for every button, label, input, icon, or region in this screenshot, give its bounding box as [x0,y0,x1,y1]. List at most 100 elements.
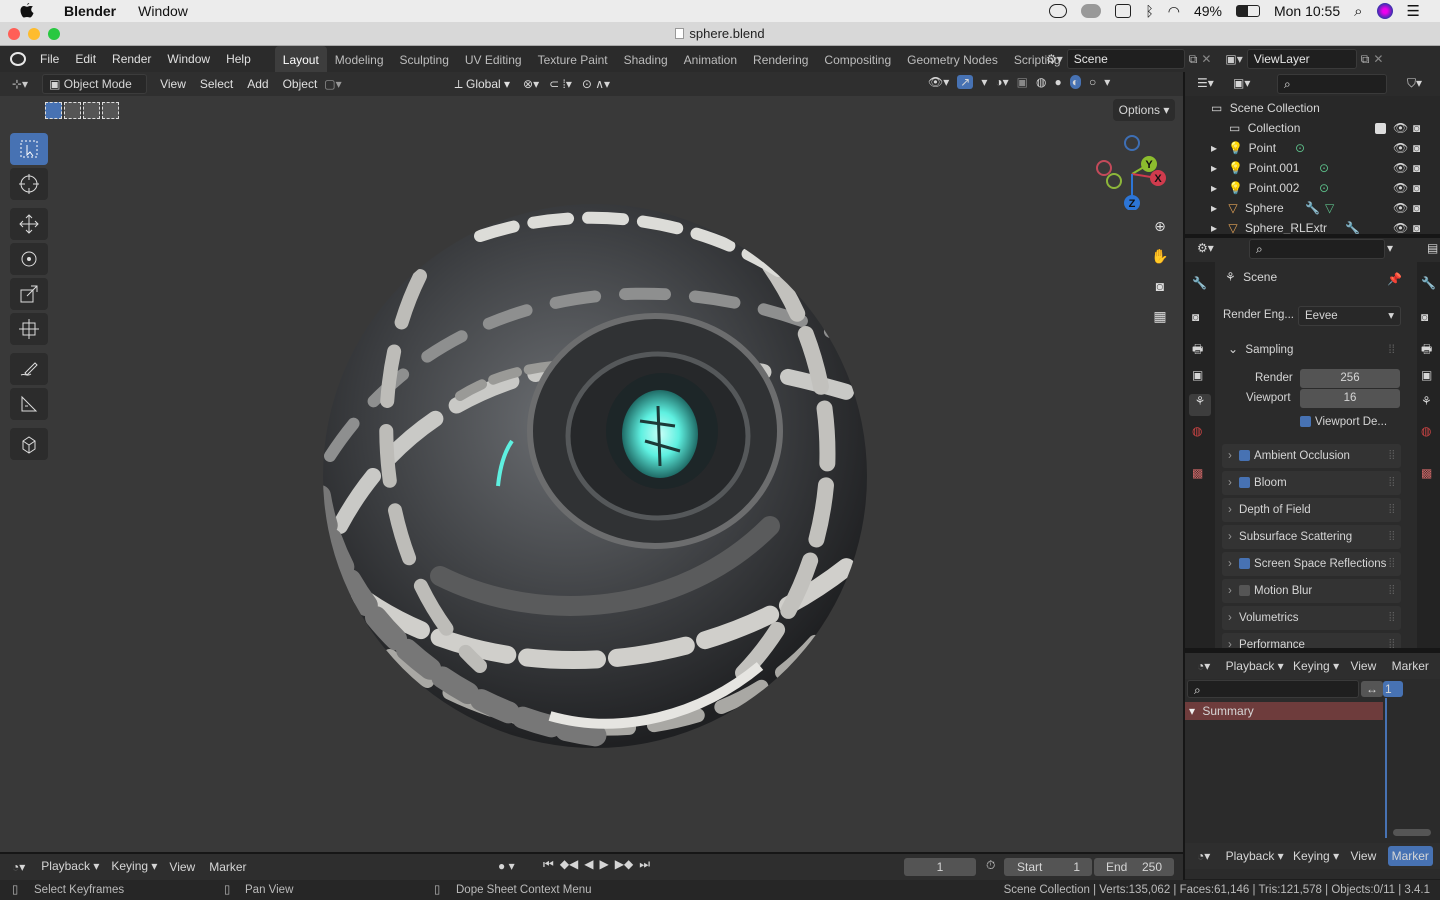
visibility-eye-icon[interactable]: 👁 [1393,198,1408,218]
proportional-edit-icon[interactable]: ⊙ ∧▾ [582,77,610,91]
panel-volumetrics[interactable]: › Volumetrics ⁞⁞ [1222,606,1401,630]
timeline-menu-playback[interactable]: Playback ▾ [35,857,105,877]
frame-end-field[interactable]: End 250 [1094,858,1174,876]
frame-start-field[interactable]: Start 1 [1004,858,1092,876]
dopesheet2-menu-view[interactable]: View [1350,849,1376,863]
sampling-panel-header[interactable]: ⌄ Sampling ⁞⁞ [1222,336,1401,362]
cursor-tool[interactable] [10,168,48,200]
control-center-icon[interactable]: ☰ [1407,2,1420,20]
dopesheet2-editor-type-icon[interactable]: ◔▾ [1197,849,1210,863]
viewport-menu-object[interactable]: Object [276,77,325,91]
menu-render[interactable]: Render [104,52,159,66]
viewport-samples-field[interactable]: 16 [1300,389,1400,408]
output-tab-icon[interactable]: 🖶 [1421,340,1432,361]
panel-subsurface-scattering[interactable]: › Subsurface Scattering ⁞⁞ [1222,525,1401,549]
outliner-search-input[interactable]: ⌕ [1277,74,1387,94]
render-tab-icon[interactable]: ◙ [1421,310,1428,324]
properties-search-input[interactable]: ⌕ [1249,239,1385,259]
render-camera-icon[interactable]: ◙ [1413,218,1420,234]
outliner-row-point-001[interactable]: ▸ 💡 Point.001 ⊙ 👁 ◙ [1185,158,1440,178]
scene-name-field[interactable]: Scene [1066,49,1185,69]
dopesheet-menu-view[interactable]: View [1350,659,1376,673]
dopesheet-search-input[interactable]: ⌕ [1187,680,1359,698]
camera-icon[interactable]: ◙ [1149,278,1171,300]
annotate-tool[interactable] [10,353,48,385]
panel-bloom[interactable]: › Bloom ⁞⁞ [1222,471,1401,495]
clock[interactable]: Mon 10:55 [1274,3,1340,19]
viewport-menu-select[interactable]: Select [193,77,240,91]
world-tab-icon[interactable]: ◍ [1421,424,1431,438]
timeline-menu-keying[interactable]: Keying ▾ [105,857,163,877]
editor-type-icon[interactable]: ⊹▾ [12,77,28,91]
airplay-icon[interactable] [1115,4,1132,18]
rotate-tool[interactable] [10,243,48,275]
dopesheet-menu-playback[interactable]: Playback [1226,659,1275,673]
expand-arrow-icon[interactable]: ▸ [1211,161,1217,175]
render-camera-icon[interactable]: ◙ [1413,138,1420,158]
viewlayer-name-field[interactable]: ViewLayer [1246,49,1357,69]
viewport-options-button[interactable]: Options ▾ [1113,99,1175,121]
scale-tool[interactable] [10,278,48,310]
outliner-editor-type-icon[interactable]: ☰▾ [1197,76,1214,90]
world-tab-icon[interactable]: ◍ [1192,424,1202,438]
material-shading-icon[interactable]: ◐ [1069,75,1081,89]
outliner-row-point[interactable]: ▸ 💡 Point ⊙ 👁 ◙ [1185,138,1440,158]
timeline-menu-marker[interactable]: Marker [209,860,246,874]
new-viewlayer-icon[interactable]: ⧉ [1361,52,1370,67]
expand-arrow-icon[interactable]: ▸ [1211,221,1217,234]
add-cube-tool[interactable] [10,428,48,460]
tab-compositing[interactable]: Compositing [816,46,899,72]
mode-dropdown[interactable]: ▣ Object Mode ▾ [42,74,148,109]
ambient-occlusion-checkbox[interactable] [1239,450,1251,461]
texture-tab-icon[interactable]: ▩ [1421,466,1432,480]
dopesheet-menu-keying[interactable]: Keying [1293,659,1330,673]
siri-icon[interactable] [1376,3,1393,19]
scene-tab-icon[interactable]: ⚘ [1421,394,1432,408]
drag-handle-icon[interactable]: ⁞⁞ [1389,498,1395,522]
measure-tool[interactable] [10,388,48,420]
prev-keyframe-icon[interactable]: ◆◀ [560,857,578,872]
xray-icon[interactable]: ▣ [1017,75,1028,89]
current-frame-indicator[interactable]: 1 [1383,681,1403,697]
drag-handle-icon[interactable]: ⁞⁞ [1389,525,1395,549]
viewport-menu-view[interactable]: View [153,77,193,91]
neg-y-axis-icon[interactable] [1106,173,1122,189]
summary-row[interactable]: ▾ Summary [1185,702,1383,720]
dopesheet2-menu-keying[interactable]: Keying [1293,849,1330,863]
outliner-row-sphere[interactable]: ▸ ▽ Sphere 🔧 ▽ 👁 ◙ [1185,198,1440,218]
collection-checkbox[interactable] [1375,123,1386,134]
mac-menu-window[interactable]: Window [138,3,188,19]
ortho-grid-icon[interactable]: ▦ [1149,308,1171,330]
properties-options-icon[interactable]: ▤ [1427,241,1438,255]
battery-icon[interactable] [1235,5,1260,17]
viewport-menu-add[interactable]: Add [240,77,275,91]
light-data-icon[interactable]: ⊙ [1319,158,1329,178]
minimize-window-button[interactable] [28,28,40,40]
visibility-icon[interactable]: 👁▾ [928,75,949,89]
outliner-row-sphere-rlextr[interactable]: ▸ ▽ Sphere_RLExtr 🔧 👁 ◙ [1185,218,1440,234]
panel-motion-blur[interactable]: › Motion Blur ⁞⁞ [1222,579,1401,603]
neg-z-axis-icon[interactable] [1124,135,1140,151]
view-layer-tab-icon[interactable]: ▣ [1421,368,1432,382]
dopesheet-menu-marker[interactable]: Marker [1392,659,1429,673]
remove-scene-icon[interactable]: ✕ [1201,52,1211,66]
visibility-eye-icon[interactable]: 👁 [1393,118,1408,138]
drag-handle-icon[interactable]: ⁞⁞ [1388,336,1395,362]
filter-icon[interactable]: ⛉▾ [1407,76,1422,91]
cloud-icon[interactable] [1081,4,1102,18]
neg-x-axis-icon[interactable] [1096,160,1112,176]
render-camera-icon[interactable]: ◙ [1413,198,1420,218]
gizmo-dropdown-icon[interactable]: ▾ [981,75,987,89]
output-tab-icon[interactable]: 🖶 [1192,340,1203,361]
shading-options-icon[interactable]: ▾ [1104,75,1110,89]
dopesheet-scrollbar[interactable] [1393,829,1431,836]
timeline-menu-view[interactable]: View [169,860,195,874]
light-data-icon[interactable]: ⊙ [1295,138,1305,158]
drag-handle-icon[interactable]: ⁞⁞ [1389,606,1395,630]
wifi-icon[interactable]: ◠ [1168,3,1180,20]
navigation-gizmo[interactable]: Y X Z [1090,130,1170,210]
pin-icon[interactable]: 📌 [1387,272,1402,286]
panel-screen-space-reflections[interactable]: › Screen Space Reflections ⁞⁞ [1222,552,1401,576]
tab-texture-paint[interactable]: Texture Paint [530,46,616,72]
panel-depth-of-field[interactable]: › Depth of Field ⁞⁞ [1222,498,1401,522]
